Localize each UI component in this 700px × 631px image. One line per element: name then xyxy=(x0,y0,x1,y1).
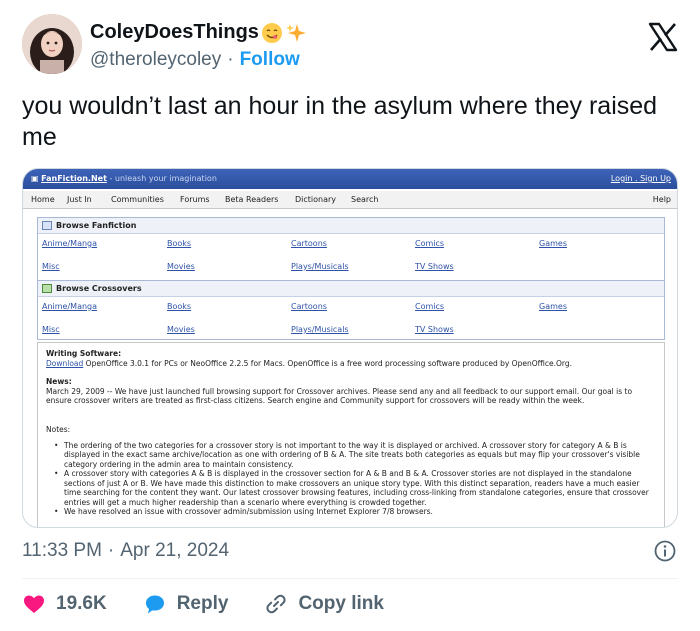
ff-download-link: Download xyxy=(46,358,84,368)
ff-category-link: Games xyxy=(539,239,567,248)
ff-category-link: Games xyxy=(539,302,567,311)
ff-category-link: Books xyxy=(167,239,192,248)
ff-category-link: Anime/Manga xyxy=(42,302,98,311)
copy-link-button[interactable]: Copy link xyxy=(264,592,384,616)
heart-icon xyxy=(24,595,44,613)
ff-site-name: FanFiction.Net xyxy=(41,174,107,183)
ff-panel-title: Browse Fanfiction xyxy=(56,221,137,230)
ff-nav-help: Help xyxy=(652,195,671,204)
ff-category-link: Comics xyxy=(415,302,445,311)
link-icon xyxy=(266,594,287,614)
ff-logo-icon: ▣ xyxy=(31,174,42,183)
ff-category-link: Misc xyxy=(42,262,60,271)
ff-notes: Notes: The ordering of the two categorie… xyxy=(46,425,658,517)
reply-button[interactable]: Reply xyxy=(143,592,229,616)
avatar[interactable] xyxy=(22,14,82,74)
ff-category-link: Plays/Musicals xyxy=(291,325,349,334)
fanfiction-screenshot: ▣ FanFiction.Net - unleash your imaginat… xyxy=(23,169,677,527)
ff-panel-header: Browse Fanfiction xyxy=(38,218,664,234)
ff-browse-crossovers-panel: Browse Crossovers Anime/Manga Books Cart… xyxy=(37,280,665,340)
ff-nav-bar: Home Just In Communities Forums Beta Rea… xyxy=(23,191,677,209)
ff-category-link: Cartoons xyxy=(291,302,327,311)
display-name[interactable]: ColeyDoesThings xyxy=(90,21,259,44)
ff-category-grid: Anime/Manga Books Cartoons Comics Games … xyxy=(38,297,664,339)
crossover-icon xyxy=(42,284,52,293)
info-icon[interactable] xyxy=(654,540,676,562)
ff-category-link: Comics xyxy=(415,239,445,248)
sparkles-emoji-icon xyxy=(285,23,306,42)
ff-nav-item: Communities xyxy=(111,195,164,204)
ff-panel-title: Browse Crossovers xyxy=(56,284,142,293)
tweet-time: 11:33 PM xyxy=(22,540,102,561)
ff-panel-header: Browse Crossovers xyxy=(38,281,664,297)
ff-category-link: Cartoons xyxy=(291,239,327,248)
ff-section-heading: News: xyxy=(46,377,72,386)
ff-nav-item: Forums xyxy=(180,195,210,204)
separator-dot: · xyxy=(227,49,234,70)
tweet-text: you wouldn’t last an hour in the asylum … xyxy=(22,92,658,151)
ff-category-link: Movies xyxy=(167,325,195,334)
ff-note-item: The ordering of the two categories for a… xyxy=(46,441,658,470)
ff-notes-list: The ordering of the two categories for a… xyxy=(46,441,658,517)
like-button[interactable]: 19.6K xyxy=(22,592,107,616)
ff-top-bar: ▣ FanFiction.Net - unleash your imaginat… xyxy=(23,169,677,189)
ff-section-heading: Writing Software: xyxy=(46,349,122,358)
ff-news: News: March 29, 2009 -- We have just lau… xyxy=(46,377,658,406)
tweet-actions: 19.6K Reply Copy link xyxy=(22,590,420,618)
ff-category-link: Anime/Manga xyxy=(42,239,98,248)
ff-nav-item: Dictionary xyxy=(295,195,337,204)
ff-section-text: March 29, 2009 -- We have just launched … xyxy=(46,386,633,406)
tweet-media-image[interactable]: ▣ FanFiction.Net - unleash your imaginat… xyxy=(22,168,678,528)
ff-nav-item: Search xyxy=(351,195,379,204)
separator-dot: · xyxy=(107,540,115,561)
tweet-date: Apr 21, 2024 xyxy=(120,540,230,561)
ff-section-heading: Notes: xyxy=(46,425,71,434)
ff-section-text: OpenOffice 3.0.1 for PCs or NeoOffice 2.… xyxy=(85,358,572,368)
handle-row: @theroleycoley · Follow xyxy=(90,49,300,71)
copy-link-label: Copy link xyxy=(298,593,384,614)
ff-category-link: TV Shows xyxy=(415,262,454,271)
ff-writing-software: Writing Software: Download OpenOffice 3.… xyxy=(46,349,658,368)
divider xyxy=(22,578,678,579)
ff-category-link: Books xyxy=(167,302,192,311)
follow-button[interactable]: Follow xyxy=(240,49,300,71)
ff-note-item: We have resolved an issue with crossover… xyxy=(46,507,658,517)
book-icon xyxy=(42,221,52,230)
ff-category-link: Plays/Musicals xyxy=(291,262,349,271)
ff-nav-item: Home xyxy=(31,195,55,204)
ff-category-link: Movies xyxy=(167,262,195,271)
ff-note-item: A crossover story with categories A & B … xyxy=(46,469,658,507)
handle[interactable]: @theroleycoley xyxy=(90,49,221,71)
ff-nav-item: Beta Readers xyxy=(225,195,279,204)
ff-category-link: TV Shows xyxy=(415,325,454,334)
tweet-header: ColeyDoesThings @theroleycoley · Follow xyxy=(22,14,678,80)
ff-nav-item: Just In xyxy=(67,195,92,204)
reply-bubble-icon xyxy=(145,595,164,614)
reply-label: Reply xyxy=(176,593,229,614)
tweet-timestamp[interactable]: 11:33 PM · Apr 21, 2024 xyxy=(22,540,229,562)
ff-login-link: Login . Sign Up xyxy=(610,174,671,183)
like-count: 19.6K xyxy=(56,593,107,614)
ff-category-link: Misc xyxy=(42,325,60,334)
ff-tagline: - unleash your imagination xyxy=(109,174,217,183)
x-logo-icon[interactable] xyxy=(648,22,678,52)
yum-face-emoji-icon xyxy=(261,22,282,43)
display-name-row: ColeyDoesThings xyxy=(90,21,307,44)
ff-main-content: Writing Software: Download OpenOffice 3.… xyxy=(37,342,665,527)
